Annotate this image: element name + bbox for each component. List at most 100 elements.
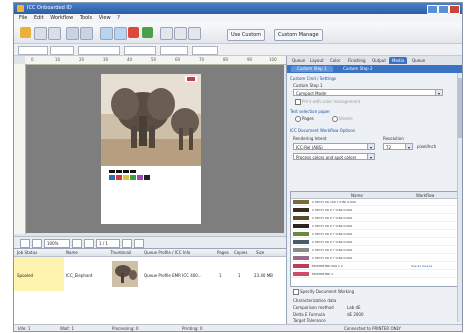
print-icon[interactable] — [100, 27, 113, 40]
page-preview[interactable] — [101, 74, 201, 224]
menu-help[interactable]: ? — [117, 15, 120, 21]
vertical-ruler — [14, 64, 26, 234]
grid-row[interactable]: C 0M 0Y 0K 0 Y 0 BK 0.000 — [291, 231, 461, 238]
menu-tools[interactable]: Tools — [80, 15, 92, 21]
page-indicator[interactable]: 1 / 1 — [96, 239, 120, 248]
scrollbar-thumb[interactable] — [458, 78, 462, 138]
zoom-bar: 100% 1 / 1 — [14, 236, 286, 248]
print-canvas[interactable] — [26, 65, 284, 233]
tool-icon[interactable] — [160, 27, 173, 40]
job-info: Queue Profile EMR ICC 400... — [144, 273, 202, 278]
window-title: ICC Onboarded ID — [27, 5, 72, 11]
chevron-down-icon: ▾ — [367, 144, 374, 150]
sheets-radio[interactable] — [332, 116, 338, 122]
last-page-icon[interactable] — [134, 239, 144, 248]
rendering-dropdown[interactable]: ICC-Rel (ABS) ▾ — [293, 143, 375, 150]
custom-manage-button[interactable]: Custom Manage — [274, 29, 323, 41]
angle-field[interactable] — [192, 46, 218, 55]
grid-row-name: C 0M 0Y 0K 0 Y 0 BK 0.000 — [312, 208, 353, 212]
media-field[interactable] — [78, 46, 120, 55]
prev-page-icon[interactable] — [84, 239, 94, 248]
use-custom-button[interactable]: Use Custom — [227, 29, 266, 41]
ruler-tick: 80 — [223, 57, 229, 62]
grid-row[interactable]: C 0M 0Y 0K 0 Y 0 BK 0.000 — [291, 255, 461, 262]
grid-row[interactable]: C 0M 0Y 0K 100 Y 0 BK 0.000 — [291, 199, 461, 206]
tab-media[interactable]: Media — [389, 57, 408, 64]
color-management-checkbox[interactable] — [295, 99, 301, 105]
tab-queue[interactable]: Queue — [289, 57, 308, 64]
grid-row[interactable]: C 0M 0Y 0K 0 Y 0 BK 0.000 — [291, 223, 461, 230]
grid-row[interactable]: MASTER BRI 000 1 2 Use as Source — [291, 263, 461, 270]
close-button[interactable] — [449, 5, 460, 14]
minimize-button[interactable] — [427, 5, 438, 14]
column-header[interactable]: Copies — [234, 250, 247, 255]
grid-row[interactable]: MASTER BRI 1 — [291, 271, 461, 278]
grid-row[interactable]: C 0M 0Y 0K 0 Y 0 BK 0.000 — [291, 239, 461, 246]
grid-header: Name Workflow — [291, 192, 461, 199]
ruler-tick: 40 — [127, 57, 133, 62]
tab-queue-2[interactable]: Queue — [409, 57, 428, 64]
scale-field[interactable] — [160, 46, 188, 55]
zoom-icon[interactable] — [188, 27, 201, 40]
job-status: Spooled — [17, 273, 34, 278]
resolution-value: 72 — [386, 145, 392, 150]
comparison-value: Lab dE — [347, 305, 361, 310]
menu-edit[interactable]: Edit — [34, 15, 44, 21]
section-icc: ICC Document Workflow Options — [290, 128, 356, 133]
tab-layout[interactable]: Layout — [307, 57, 327, 64]
column-header[interactable]: Queue Profile / ICC Info — [144, 250, 190, 255]
ruler-tick: 70 — [199, 57, 205, 62]
tab-finishing[interactable]: Finishing — [345, 57, 369, 64]
menu-file[interactable]: File — [19, 15, 27, 21]
ruler-tick: 100 — [269, 57, 277, 62]
table-row[interactable]: Spooled ICC_Elephant Queue Profile EMR I… — [14, 257, 286, 291]
column-header[interactable]: Pages — [217, 250, 229, 255]
status-wait: Wait: 1 — [60, 326, 74, 331]
color-swatch — [293, 248, 309, 252]
offset-field[interactable] — [124, 46, 156, 55]
size-field[interactable] — [50, 46, 74, 55]
menu-view[interactable]: View — [99, 15, 111, 21]
subtab-custom-step-1[interactable]: Custom Step 1 — [291, 66, 333, 72]
grid-row[interactable]: C 0M 0Y 0K 0 Y 0 BK 0.000 — [291, 207, 461, 214]
document-working-label: Specify Document Working — [300, 289, 355, 294]
tab-color[interactable]: Color — [327, 57, 343, 64]
export-icon[interactable] — [80, 27, 93, 40]
zoom-in-icon[interactable] — [32, 239, 42, 248]
resolution-input[interactable]: 72 ▾ — [383, 143, 413, 150]
column-header[interactable]: Name — [66, 250, 78, 255]
import-icon[interactable] — [66, 27, 79, 40]
custom-dropdown[interactable]: Compact Mode ▾ — [293, 89, 443, 96]
column-header[interactable]: Thumbnail — [110, 250, 131, 255]
subtab-custom-step-2[interactable]: Custom Step 2 — [337, 66, 379, 72]
zoom-level[interactable]: 100% — [44, 239, 70, 248]
grid-row-name: C 0M 0Y 0K 0 Y 0 BK 0.000 — [312, 240, 353, 244]
preview-icon[interactable] — [114, 27, 127, 40]
new-job-icon[interactable] — [20, 27, 31, 38]
color-swatch — [293, 256, 309, 260]
process-dropdown[interactable]: Process colors and spot colors ▾ — [293, 153, 375, 160]
menu-workflow[interactable]: Workflow — [50, 15, 73, 21]
grid-row[interactable]: C 0M 0Y 0K 0 Y 0 BK 0.000 — [291, 215, 461, 222]
main-toolbar: Use Custom Custom Manage — [14, 23, 462, 44]
column-header[interactable]: Job Status — [17, 250, 37, 255]
column-header[interactable]: Size — [256, 250, 264, 255]
grid-row[interactable]: C 0M 0Y 0K 0 Y 0 BK 0.000 — [291, 247, 461, 254]
save-icon[interactable] — [48, 27, 61, 40]
stop-icon[interactable] — [128, 27, 139, 38]
grid-row-name: MASTER BRI 000 1 2 — [312, 264, 343, 268]
first-page-icon[interactable] — [72, 239, 82, 248]
panel-scrollbar[interactable] — [457, 73, 462, 322]
queue-field[interactable] — [18, 46, 48, 55]
pages-radio[interactable] — [295, 116, 301, 122]
next-page-icon[interactable] — [122, 239, 132, 248]
zoom-out-icon[interactable] — [20, 239, 30, 248]
document-working-checkbox[interactable] — [293, 289, 299, 295]
start-icon[interactable] — [142, 27, 153, 38]
open-icon[interactable] — [34, 27, 47, 40]
tab-output[interactable]: Output — [369, 57, 389, 64]
rendering-label: Rendering Intent — [293, 136, 327, 141]
grid-row-name: C 0M 0Y 0K 0 Y 0 BK 0.000 — [312, 256, 353, 260]
maximize-button[interactable] — [438, 5, 449, 14]
pointer-icon[interactable] — [174, 27, 187, 40]
